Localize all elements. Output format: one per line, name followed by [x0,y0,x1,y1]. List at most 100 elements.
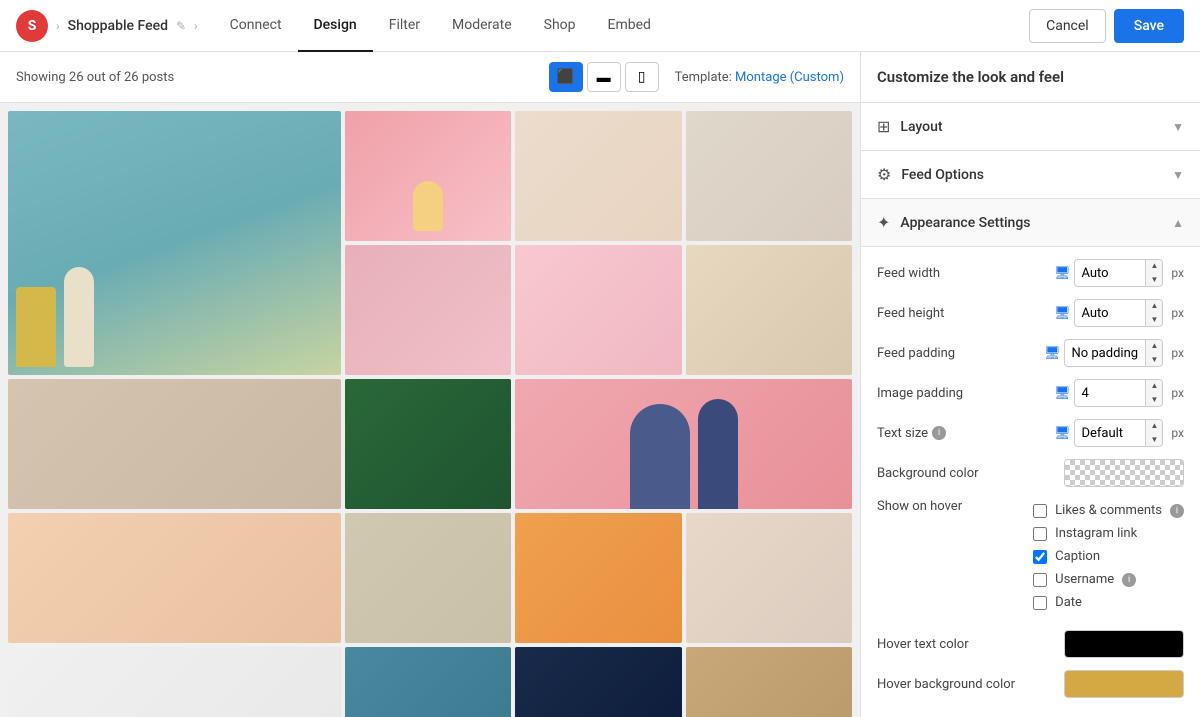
feed-width-unit: px [1171,266,1184,280]
show-on-hover-row: Show on hover Likes & comments i Instagr… [877,499,1184,618]
template-link[interactable]: Montage (Custom) [735,70,844,85]
tab-filter[interactable]: Filter [373,0,436,52]
feed-width-controls: 🖥 ▲ ▼ px [1054,259,1184,287]
tab-design[interactable]: Design [298,0,373,52]
grid-layout [8,111,852,717]
save-button[interactable]: Save [1114,9,1184,43]
tab-shop[interactable]: Shop [528,0,592,52]
tab-moderate[interactable]: Moderate [436,0,528,52]
feed-width-value[interactable] [1075,266,1145,281]
grid-item [686,111,852,241]
feed-options-section-header[interactable]: ⚙ Feed Options ▼ [861,151,1200,199]
grid-item [345,245,511,375]
feed-height-stepper: ▲ ▼ [1145,299,1162,327]
mobile-device-btn[interactable]: ▯ [625,62,659,92]
hover-caption-row: Caption [1033,549,1184,564]
feed-padding-up[interactable]: ▲ [1146,339,1162,353]
tab-embed[interactable]: Embed [592,0,667,52]
hover-likes-label: Likes & comments [1055,503,1162,518]
feed-padding-down[interactable]: ▼ [1146,353,1162,367]
hover-bg-color-text: Hover background color [877,677,1015,692]
hover-instagram-checkbox[interactable] [1033,527,1047,541]
background-color-picker[interactable] [1064,459,1184,487]
grid-item [345,513,511,643]
image-padding-down[interactable]: ▼ [1146,393,1162,407]
appearance-section-header[interactable]: ✦ Appearance Settings ▲ [861,199,1200,247]
text-size-stepper: ▲ ▼ [1145,419,1162,447]
hover-text-color-text: Hover text color [877,637,969,652]
hover-likes-checkbox[interactable] [1033,504,1047,518]
grid-item [345,111,511,241]
image-padding-value[interactable] [1075,386,1145,401]
template-prefix: Template: [675,70,732,85]
feed-height-up[interactable]: ▲ [1146,299,1162,313]
grid-item [515,245,681,375]
hover-date-checkbox[interactable] [1033,596,1047,610]
desktop-device-btn[interactable]: ⬛ [549,62,583,92]
preview-toolbar: Showing 26 out of 26 posts ⬛ ▬ ▯ Templat… [0,52,860,103]
grid-item [686,513,852,643]
feed-padding-row: Feed padding 🖥 ▲ ▼ px [877,339,1184,367]
image-padding-stepper: ▲ ▼ [1145,379,1162,407]
appearance-content: Feed width 🖥 ▲ ▼ px Fe [861,247,1200,717]
text-size-info-icon: i [932,426,946,440]
hover-bg-color-picker[interactable] [1064,670,1184,698]
hover-instagram-label: Instagram link [1055,526,1137,541]
hover-options: Likes & comments i Instagram link Captio… [1033,503,1184,618]
hover-instagram-row: Instagram link [1033,526,1184,541]
cancel-button[interactable]: Cancel [1029,9,1106,43]
photo-grid [0,103,860,717]
hover-username-checkbox[interactable] [1033,573,1047,587]
image-padding-device-icon: 🖥 [1054,386,1071,401]
background-color-row: Background color [877,459,1184,487]
text-size-down[interactable]: ▼ [1146,433,1162,447]
text-size-controls: 🖥 ▲ ▼ px [1054,419,1184,447]
feed-padding-value[interactable] [1065,346,1145,361]
layout-section-header[interactable]: ⊞ Layout ▼ [861,103,1200,151]
grid-item [515,647,681,717]
panel-title: Customize the look and feel [861,52,1200,103]
image-padding-row: Image padding 🖥 ▲ ▼ px [877,379,1184,407]
tab-connect[interactable]: Connect [214,0,298,52]
hover-text-color-row: Hover text color [877,630,1184,658]
top-navigation: S › Shoppable Feed ✎ › Connect Design Fi… [0,0,1200,52]
image-padding-input: ▲ ▼ [1074,379,1163,407]
show-on-hover-label: Show on hover [877,499,1033,514]
feed-padding-controls: 🖥 ▲ ▼ px [1044,339,1184,367]
feed-padding-text: Feed padding [877,346,955,361]
feed-height-device-icon: 🖥 [1054,306,1071,321]
text-size-label: Text size i [877,426,1054,441]
feed-width-input: ▲ ▼ [1074,259,1163,287]
hover-username-row: Username i [1033,572,1184,587]
hover-bg-color-row: Hover background color [877,670,1184,698]
nav-tabs: Connect Design Filter Moderate Shop Embe… [214,0,667,52]
right-panel: Customize the look and feel ⊞ Layout ▼ ⚙… [860,52,1200,717]
edit-icon[interactable]: ✎ [176,19,186,33]
text-size-text: Text size [877,426,928,441]
text-size-row: Text size i 🖥 ▲ ▼ px [877,419,1184,447]
brand-letter: S [28,18,37,34]
feed-height-text: Feed height [877,306,944,321]
hover-caption-checkbox[interactable] [1033,550,1047,564]
nav-actions: Cancel Save [1029,9,1184,43]
feed-padding-label: Feed padding [877,346,1044,361]
image-padding-up[interactable]: ▲ [1146,379,1162,393]
feed-width-label: Feed width [877,266,1054,281]
hover-text-color-picker[interactable] [1064,630,1184,658]
feed-options-icon: ⚙ [877,165,891,184]
grid-item [345,379,511,509]
feed-height-value[interactable] [1075,306,1145,321]
hover-date-label: Date [1055,595,1082,610]
image-padding-unit: px [1171,386,1184,400]
feed-height-row: Feed height 🖥 ▲ ▼ px [877,299,1184,327]
grid-item [345,647,511,717]
text-size-up[interactable]: ▲ [1146,419,1162,433]
feed-width-up[interactable]: ▲ [1146,259,1162,273]
tablet-device-btn[interactable]: ▬ [587,62,621,92]
feed-height-down[interactable]: ▼ [1146,313,1162,327]
text-size-value[interactable] [1075,426,1145,441]
feed-width-device-icon: 🖥 [1054,266,1071,281]
feed-width-text: Feed width [877,266,940,281]
feed-width-down[interactable]: ▼ [1146,273,1162,287]
grid-item [686,647,852,717]
